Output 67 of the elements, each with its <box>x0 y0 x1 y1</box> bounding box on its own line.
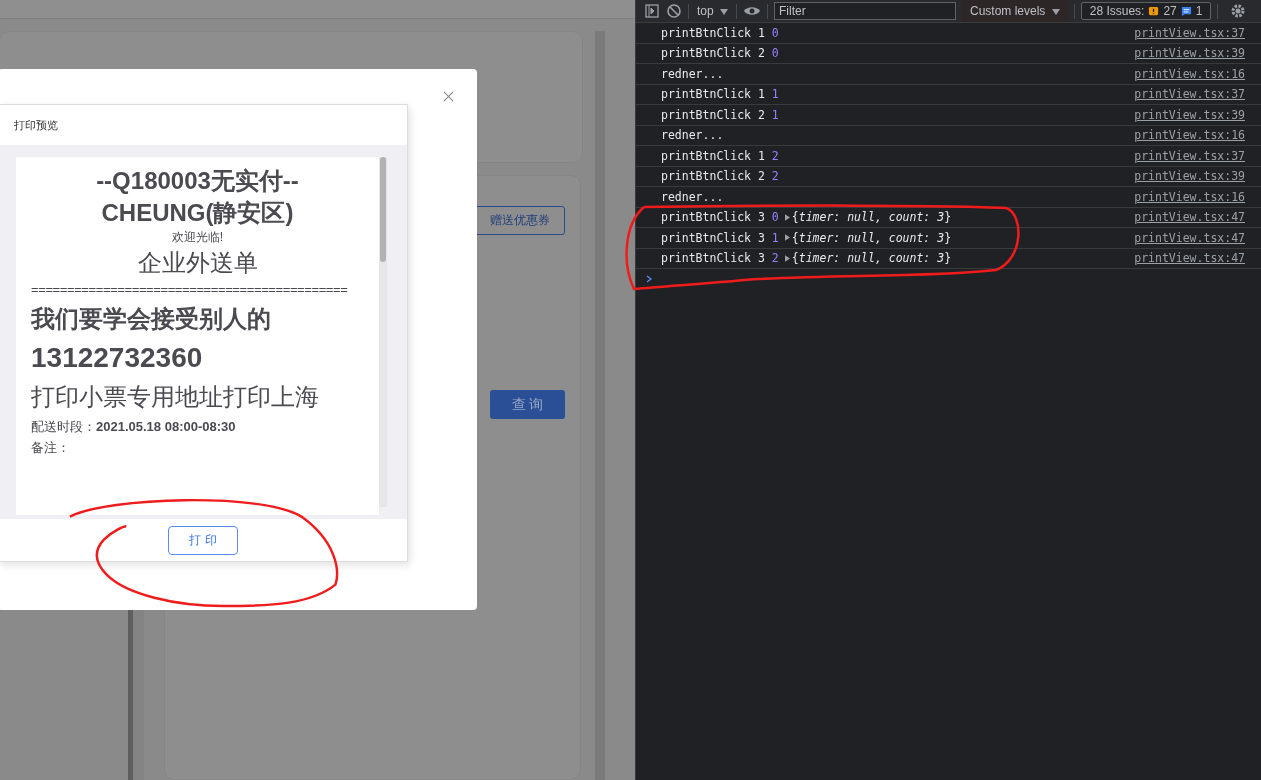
log-value: 1 <box>771 230 779 245</box>
close-icon[interactable] <box>443 91 454 102</box>
log-value: 1 <box>771 87 779 102</box>
receipt-separator: ============================================ <box>31 281 349 299</box>
receipt-field: 备注： <box>31 437 379 458</box>
source-link[interactable]: printView.tsx:47 <box>1134 251 1245 266</box>
log-value: 2 <box>771 148 779 163</box>
receipt-title: CHEUNG(静安区) <box>100 198 295 228</box>
log-message: printBtnClick 1 <box>661 25 765 40</box>
issues-button[interactable]: 28 Issues: 27 1 <box>1080 2 1212 20</box>
scrollbar[interactable] <box>379 157 387 507</box>
filter-field[interactable]: Filter <box>774 2 956 20</box>
object-preview[interactable]: {timer: null, count: 3} <box>791 251 952 266</box>
log-message: redner... <box>661 128 724 143</box>
expand-icon[interactable] <box>784 254 790 262</box>
expand-icon[interactable] <box>784 213 790 221</box>
info-icon <box>1180 5 1192 17</box>
source-link[interactable]: printView.tsx:16 <box>1134 128 1245 143</box>
source-link[interactable]: printView.tsx:39 <box>1134 107 1245 122</box>
caret-icon <box>1051 9 1060 15</box>
log-value: 1 <box>771 107 779 122</box>
object-preview[interactable]: {timer: null, count: 3} <box>791 210 952 225</box>
clear-icon[interactable] <box>666 3 682 19</box>
source-link[interactable]: printView.tsx:39 <box>1134 169 1245 184</box>
log-message: redner... <box>661 189 724 204</box>
log-message: printBtnClick 3 <box>661 251 765 266</box>
levels-dropdown[interactable]: Custom levels <box>962 0 1068 22</box>
receipt-field: 配送时段：2021.05.18 08:00-08:30 <box>31 416 379 437</box>
source-link[interactable]: printView.tsx:47 <box>1134 230 1245 245</box>
sidebar-toggle-icon[interactable] <box>644 3 660 19</box>
log-message: printBtnClick 3 <box>661 230 765 245</box>
receipt-heading: 企业外送单 <box>136 248 259 278</box>
source-link[interactable]: printView.tsx:39 <box>1134 46 1245 61</box>
log-value: 0 <box>771 210 779 225</box>
page-button[interactable]: 查 询 <box>490 390 565 419</box>
log-message: printBtnClick 2 <box>661 169 765 184</box>
settings-icon[interactable] <box>1230 3 1247 19</box>
log-value: 0 <box>771 46 779 61</box>
object-preview[interactable]: {timer: null, count: 3} <box>791 230 952 245</box>
source-link[interactable]: printView.tsx:47 <box>1134 210 1245 225</box>
receipt-text: 我们要学会接受别人的 <box>31 304 272 334</box>
eye-icon[interactable] <box>743 5 761 17</box>
warning-icon <box>1148 5 1160 17</box>
prompt-icon <box>646 275 652 283</box>
log-message: printBtnClick 2 <box>661 107 765 122</box>
log-value: 2 <box>771 251 779 266</box>
expand-icon[interactable] <box>784 234 790 242</box>
source-link[interactable]: printView.tsx:16 <box>1134 189 1245 204</box>
caret-icon <box>720 9 728 15</box>
print-button[interactable]: 打 印 <box>168 525 238 555</box>
log-message: printBtnClick 3 <box>661 210 765 225</box>
source-link[interactable]: printView.tsx:37 <box>1134 148 1245 163</box>
context-dropdown[interactable]: top <box>695 4 730 18</box>
log-message: redner... <box>661 66 724 81</box>
receipt-title: --Q180003无实付-- <box>95 166 300 196</box>
log-value: 0 <box>771 25 779 40</box>
source-link[interactable]: printView.tsx:16 <box>1134 66 1245 81</box>
log-value: 2 <box>771 169 779 184</box>
dialog-title: 打印预览 <box>14 117 58 133</box>
log-message: printBtnClick 1 <box>661 87 765 102</box>
log-message: printBtnClick 2 <box>661 46 765 61</box>
phone-number: 13122732360 <box>31 341 204 375</box>
address-text: 打印小票专用地址打印上海 <box>31 382 320 412</box>
source-link[interactable]: printView.tsx:37 <box>1134 87 1245 102</box>
log-message: printBtnClick 1 <box>661 148 765 163</box>
source-link[interactable]: printView.tsx:37 <box>1134 25 1245 40</box>
receipt-greeting: 欢迎光临! <box>170 229 225 246</box>
